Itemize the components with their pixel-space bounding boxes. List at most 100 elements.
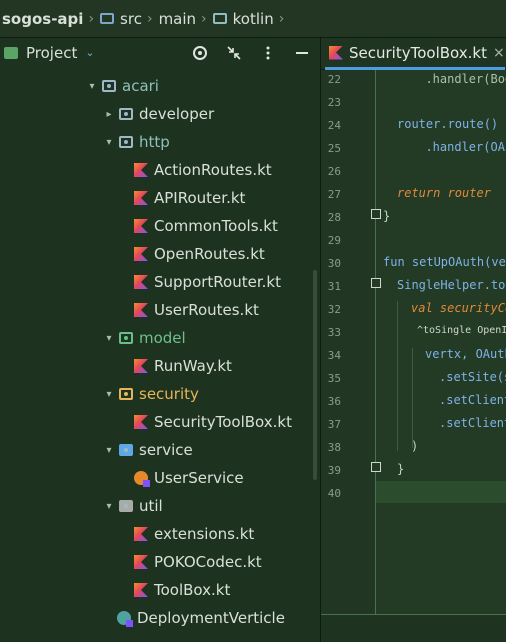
minimize-icon[interactable] [292, 43, 312, 63]
kotlin-file-icon [134, 275, 148, 289]
code-line[interactable]: .handler(BodyH [411, 72, 506, 86]
more-icon[interactable] [258, 43, 278, 63]
kotlin-file-icon [134, 555, 148, 569]
collapse-icon[interactable] [224, 43, 244, 63]
kotlin-file-icon [134, 191, 148, 205]
tree-item-file[interactable]: SecurityToolBox.kt [134, 408, 292, 436]
project-view-selector[interactable]: Project ⌄ [4, 44, 95, 62]
tree-item-service[interactable]: ▾ service [102, 436, 192, 464]
kotlin-file-icon [329, 45, 343, 60]
line-number: 28 [327, 211, 341, 224]
tree-item-file[interactable]: ActionRoutes.kt [134, 156, 272, 184]
chevron-down-icon[interactable]: ▾ [102, 501, 116, 512]
line-number: 26 [327, 165, 341, 178]
chevron-down-icon[interactable]: ▾ [102, 445, 116, 456]
chevron-down-icon[interactable]: ▾ [102, 137, 116, 148]
breadcrumb-item-main[interactable]: main [159, 10, 196, 28]
code-line[interactable]: } [397, 462, 404, 476]
line-number: 40 [327, 487, 341, 500]
line-number: 35 [327, 372, 341, 385]
code-line[interactable]: } [383, 209, 390, 223]
breadcrumb-separator: › [88, 10, 95, 27]
tree-item-file[interactable]: APIRouter.kt [134, 184, 245, 212]
line-number: 33 [327, 326, 341, 339]
indent-guide [397, 301, 398, 451]
code-line[interactable]: router.route() [397, 117, 498, 131]
tree-item-file[interactable]: ToolBox.kt [134, 576, 230, 604]
package-icon [119, 108, 133, 120]
line-number: 25 [327, 142, 341, 155]
breadcrumb-separator: › [278, 10, 285, 27]
tree-item-security[interactable]: ▾ security [102, 380, 198, 408]
code-line[interactable]: .setClient [439, 416, 506, 430]
chevron-right-icon[interactable]: ▸ [102, 109, 116, 120]
line-number: 34 [327, 349, 341, 362]
kotlin-class-icon [134, 471, 150, 487]
breadcrumb-item-kotlin[interactable]: kotlin [212, 10, 274, 28]
breadcrumb-item-project[interactable]: sogos-api [2, 10, 83, 28]
project-panel: Project ⌄ ▾ acari ▸ developer ▾ http Act… [0, 38, 320, 642]
breadcrumb-separator: › [201, 10, 207, 27]
close-icon[interactable]: × [493, 45, 505, 61]
package-icon [119, 444, 133, 456]
fold-marker-icon[interactable] [371, 278, 381, 288]
tree-item-file[interactable]: POKOCodec.kt [134, 548, 262, 576]
lock-package-icon [119, 388, 133, 400]
code-line[interactable]: fun setUpOAuth(ver [383, 255, 506, 269]
line-number: 30 [327, 257, 341, 270]
line-number: 27 [327, 188, 341, 201]
tree-item-file[interactable]: UserRoutes.kt [134, 296, 259, 324]
tree-item-file[interactable]: SupportRouter.kt [134, 268, 281, 296]
target-icon[interactable] [190, 43, 210, 63]
code-line[interactable]: ) [411, 439, 418, 453]
line-number: 32 [327, 303, 341, 316]
kotlin-file-icon [134, 163, 148, 177]
code-line[interactable]: val securityCo [411, 301, 506, 315]
kotlin-file-icon [134, 359, 148, 373]
code-line[interactable]: SingleHelper.toS [397, 278, 506, 292]
source-folder-icon [100, 13, 115, 24]
breadcrumb: sogos-api › src › main › kotlin › [0, 0, 506, 38]
kotlin-class-icon [117, 611, 133, 627]
chevron-down-icon[interactable]: ▾ [102, 389, 116, 400]
breadcrumb-separator: › [146, 10, 153, 27]
chevron-down-icon[interactable]: ▾ [102, 333, 116, 344]
tree-item-class[interactable]: DeploymentVerticle [117, 604, 285, 632]
line-number: 36 [327, 395, 341, 408]
project-icon [4, 46, 18, 59]
indent-guide [412, 348, 413, 448]
tree-item-file[interactable]: extensions.kt [134, 520, 254, 548]
tree-item-developer[interactable]: ▸ developer [102, 100, 214, 128]
kotlin-file-icon [134, 415, 148, 429]
project-panel-title: Project [26, 43, 78, 62]
chevron-down-icon[interactable]: ▾ [85, 81, 99, 92]
tree-item-model[interactable]: ▾ model [102, 324, 185, 352]
code-line[interactable]: vertx, OAuth [425, 347, 506, 361]
code-line[interactable]: .handler(OAuth [411, 140, 506, 154]
editor-tab-securitytoolbox[interactable]: SecurityToolBox.kt × [325, 38, 505, 70]
tree-item-http[interactable]: ▾ http [102, 128, 169, 156]
code-line[interactable]: return router [397, 186, 491, 200]
package-icon [119, 500, 133, 512]
line-number: 23 [327, 96, 341, 109]
fold-marker-icon[interactable] [371, 462, 381, 472]
tree-item-acari[interactable]: ▾ acari [85, 72, 158, 100]
tree-item-util[interactable]: ▾ util [102, 492, 162, 520]
tree-item-file[interactable]: OpenRoutes.kt [134, 240, 265, 268]
tree-item-class[interactable]: UserService [134, 464, 244, 492]
line-number: 38 [327, 441, 341, 454]
line-number: 29 [327, 234, 341, 247]
breadcrumb-item-src[interactable]: src [100, 10, 142, 28]
tree-item-file[interactable]: RunWay.kt [134, 352, 232, 380]
code-line[interactable]: .setSite(s [439, 370, 506, 384]
folder-icon [212, 13, 227, 24]
tree-item-file[interactable]: CommonTools.kt [134, 212, 278, 240]
chevron-down-icon: ⌄ [85, 46, 95, 59]
code-line[interactable]: .setClient [439, 393, 506, 407]
editor-bottom-strip [321, 614, 506, 642]
code-line[interactable]: ^toSingle OpenI [417, 325, 506, 336]
kotlin-file-icon [134, 303, 148, 317]
project-scrollbar[interactable] [313, 270, 317, 480]
fold-marker-icon[interactable] [371, 209, 381, 219]
kotlin-file-icon [134, 247, 148, 261]
